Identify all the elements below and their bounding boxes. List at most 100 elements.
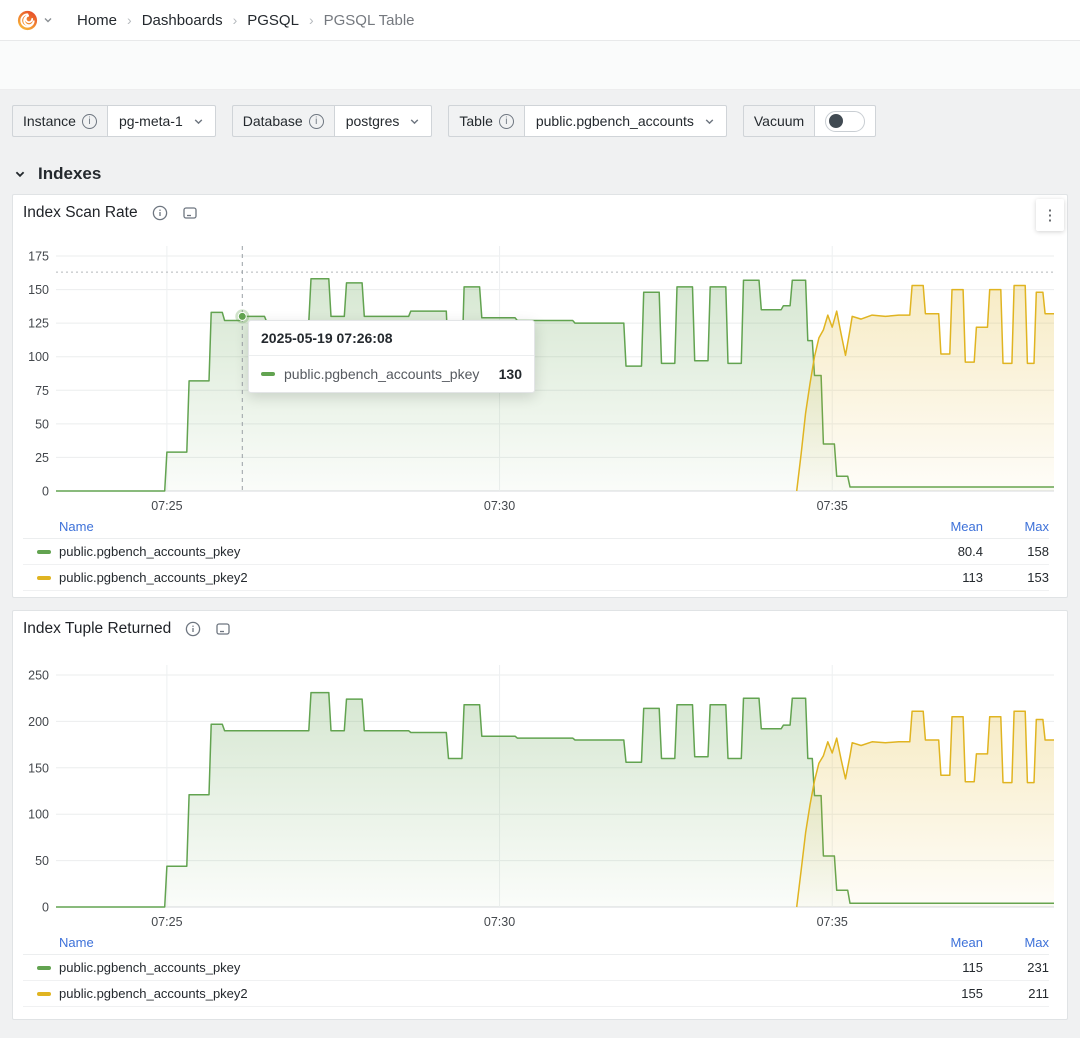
legend-header-max[interactable]: Max [983,935,1049,950]
app-header: Home › Dashboards › PGSQL › PGSQL Table [0,0,1080,41]
database-selected-value: postgres [346,113,400,129]
legend-row: public.pgbench_accounts_pkey 80.4 158 [23,539,1049,565]
dashboard-controls-strip [0,41,1080,90]
panel-title[interactable]: Index Scan Rate [23,204,138,222]
chart-tooltip: 2025-05-19 07:26:08 public.pgbench_accou… [248,320,535,393]
vacuum-toggle[interactable] [825,111,865,132]
legend-row: public.pgbench_accounts_pkey2 155 211 [23,981,1049,1007]
instance-dropdown[interactable]: pg-meta-1 [107,105,216,137]
legend-mean-value: 113 [893,570,983,585]
legend-table: Name Mean Max public.pgbench_accounts_pk… [13,931,1067,1015]
svg-text:150: 150 [28,761,49,775]
breadcrumb-separator-icon: › [309,12,314,28]
database-label-text: Database [243,113,303,129]
vacuum-label: Vacuum [743,105,814,137]
legend-row: public.pgbench_accounts_pkey2 113 153 [23,565,1049,591]
database-dropdown[interactable]: postgres [334,105,433,137]
panel-header: Index Scan Rate [13,195,1067,231]
legend-series-name[interactable]: public.pgbench_accounts_pkey2 [59,570,893,585]
legend-max-value: 231 [983,960,1049,975]
legend-series-name[interactable]: public.pgbench_accounts_pkey2 [59,986,893,1001]
legend-header-mean[interactable]: Mean [893,935,983,950]
svg-text:75: 75 [35,384,49,398]
tooltip-series-swatch [261,372,275,376]
breadcrumb-pgsql[interactable]: PGSQL [247,12,299,29]
svg-text:07:25: 07:25 [151,499,182,513]
series-swatch [37,966,51,970]
svg-text:07:30: 07:30 [484,915,515,929]
panel-description-icon[interactable] [182,205,198,221]
legend-header-max[interactable]: Max [983,519,1049,534]
grafana-logo-button[interactable] [12,7,57,34]
panel-title[interactable]: Index Tuple Returned [23,620,171,638]
legend-header-name[interactable]: Name [23,519,893,534]
legend-row: public.pgbench_accounts_pkey 115 231 [23,955,1049,981]
grafana-logo-icon [16,9,39,32]
legend-header-mean[interactable]: Mean [893,519,983,534]
panel-description-icon[interactable] [215,621,231,637]
instance-label-text: Instance [23,113,76,129]
chevron-down-icon [43,15,53,25]
chevron-down-icon [193,116,204,127]
svg-text:125: 125 [28,317,49,331]
vacuum-toggle-box [814,105,876,137]
breadcrumb-dashboards[interactable]: Dashboards [142,12,223,29]
info-icon[interactable]: i [82,114,97,129]
tooltip-timestamp: 2025-05-19 07:26:08 [249,321,534,356]
svg-text:50: 50 [35,417,49,431]
instance-variable: Instance i pg-meta-1 [12,105,216,137]
tooltip-series-name: public.pgbench_accounts_pkey [284,366,490,382]
table-selected-value: public.pgbench_accounts [536,113,694,129]
indexes-section-header[interactable]: Indexes [0,137,1080,194]
table-dropdown[interactable]: public.pgbench_accounts [524,105,727,137]
section-title: Indexes [38,164,101,184]
series-swatch [37,550,51,554]
legend-table: Name Mean Max public.pgbench_accounts_pk… [13,515,1067,599]
svg-text:07:35: 07:35 [817,499,848,513]
svg-text:25: 25 [35,451,49,465]
svg-text:07:35: 07:35 [817,915,848,929]
info-icon[interactable]: i [499,114,514,129]
svg-text:200: 200 [28,715,49,729]
legend-max-value: 158 [983,544,1049,559]
svg-text:0: 0 [42,901,49,915]
series-swatch [37,992,51,996]
chevron-down-icon [409,116,420,127]
table-label-text: Table [459,113,492,129]
svg-text:250: 250 [28,669,49,683]
table-label: Table i [448,105,523,137]
timeseries-chart-tuple-returned[interactable]: 0 50 100 150 200 250 07:25 07:30 07:35 [13,647,1067,931]
series-swatch [37,576,51,580]
legend-max-value: 211 [983,986,1049,1001]
chevron-down-icon [704,116,715,127]
svg-text:50: 50 [35,854,49,868]
vacuum-label-text: Vacuum [754,113,804,129]
panel-menu-kebab-icon[interactable]: ⋮ [1036,199,1064,231]
breadcrumb-current-page: PGSQL Table [324,12,415,29]
legend-header-name[interactable]: Name [23,935,893,950]
svg-text:100: 100 [28,350,49,364]
legend-series-name[interactable]: public.pgbench_accounts_pkey [59,960,893,975]
database-variable: Database i postgres [232,105,433,137]
breadcrumb-separator-icon: › [127,12,132,28]
svg-text:0: 0 [42,485,49,499]
toggle-knob [829,114,843,128]
breadcrumb-separator-icon: › [233,12,238,28]
svg-text:100: 100 [28,808,49,822]
instance-label: Instance i [12,105,107,137]
timeseries-chart-scan-rate[interactable]: 025507510012515017507:2507:3007:35 2025-… [13,231,1067,515]
svg-text:175: 175 [28,250,49,264]
legend-max-value: 153 [983,570,1049,585]
legend-mean-value: 80.4 [893,544,983,559]
section-chevron-down-icon [14,168,26,180]
table-variable: Table i public.pgbench_accounts [448,105,726,137]
panel-index-tuple-returned: Index Tuple Returned 0 50 100 150 200 250 07:2… [12,610,1068,1020]
svg-text:07:25: 07:25 [151,915,182,929]
tooltip-series-value: 130 [499,366,522,382]
panel-info-icon[interactable] [152,205,168,221]
info-icon[interactable]: i [309,114,324,129]
panel-info-icon[interactable] [185,621,201,637]
legend-series-name[interactable]: public.pgbench_accounts_pkey [59,544,893,559]
breadcrumb-home[interactable]: Home [77,12,117,29]
svg-text:150: 150 [28,283,49,297]
